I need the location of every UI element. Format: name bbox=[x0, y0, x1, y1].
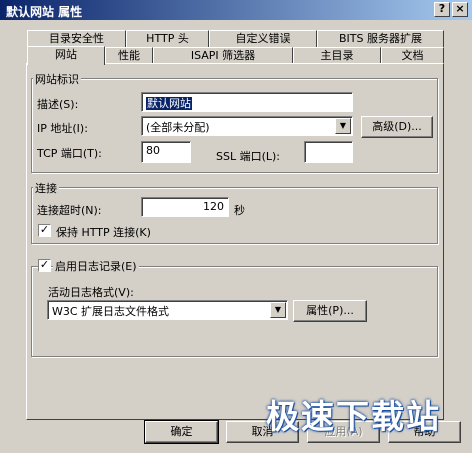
title-bar: 默认网站 属性 ? × bbox=[0, 0, 472, 20]
ip-dropdown-arrow-icon[interactable]: ▼ bbox=[335, 118, 351, 134]
tab-website[interactable]: 网站 bbox=[27, 46, 105, 65]
timeout-input[interactable]: 120 bbox=[141, 197, 229, 217]
log-format-dropdown-arrow-icon[interactable]: ▼ bbox=[270, 302, 286, 318]
log-properties-button[interactable]: 属性(P)... bbox=[293, 300, 367, 322]
keepalive-check-icon: ✓ bbox=[39, 223, 50, 236]
timeout-label: 连接超时(N): bbox=[37, 204, 102, 217]
keepalive-checkbox[interactable]: ✓ bbox=[38, 224, 51, 237]
ok-button[interactable]: 确定 bbox=[144, 420, 219, 444]
close-button[interactable]: × bbox=[452, 2, 468, 17]
timeout-unit-label: 秒 bbox=[234, 204, 245, 217]
tab-isapi-filters[interactable]: ISAPI 筛选器 bbox=[153, 47, 293, 64]
timeout-value: 120 bbox=[203, 200, 224, 213]
log-format-select[interactable]: W3C 扩展日志文件格式 bbox=[47, 300, 288, 320]
connection-group-title: 连接 bbox=[33, 180, 59, 196]
keepalive-label[interactable]: 保持 HTTP 连接(K) bbox=[56, 224, 151, 240]
tab-directory-security[interactable]: 目录安全性 bbox=[27, 30, 126, 47]
help-icon: ? bbox=[438, 2, 446, 15]
log-format-value: W3C 扩展日志文件格式 bbox=[52, 305, 170, 318]
site-id-group-title: 网站标识 bbox=[33, 71, 81, 87]
site-watermark: 极速下载站 bbox=[266, 397, 441, 436]
help-button[interactable]: ? bbox=[434, 2, 450, 17]
log-format-label: 活动日志格式(V): bbox=[48, 286, 134, 299]
tab-documents[interactable]: 文档 bbox=[381, 47, 444, 64]
enable-logging-check-icon: ✓ bbox=[39, 258, 50, 271]
tab-home-directory[interactable]: 主目录 bbox=[293, 47, 381, 64]
ip-address-value: (全部未分配) bbox=[146, 121, 210, 134]
window-title: 默认网站 属性 bbox=[6, 5, 83, 19]
close-icon: × bbox=[455, 2, 465, 15]
description-label: 描述(S): bbox=[37, 98, 79, 111]
tcp-port-input[interactable]: 80 bbox=[141, 141, 191, 163]
ssl-port-input[interactable] bbox=[304, 141, 353, 163]
tcp-port-label: TCP 端口(T): bbox=[37, 147, 102, 160]
ip-address-label: IP 地址(I): bbox=[37, 122, 88, 135]
description-input[interactable]: 默认网站 bbox=[141, 92, 353, 112]
enable-logging-label[interactable]: 启用日志记录(E) bbox=[53, 258, 139, 274]
tab-performance[interactable]: 性能 bbox=[105, 47, 153, 64]
tcp-port-value: 80 bbox=[146, 144, 160, 157]
ip-address-select[interactable]: (全部未分配) bbox=[141, 116, 353, 136]
tab-custom-errors[interactable]: 自定义错误 bbox=[209, 30, 317, 47]
tab-bits-extension[interactable]: BITS 服务器扩展 bbox=[317, 30, 444, 47]
enable-logging-checkbox[interactable]: ✓ bbox=[38, 259, 51, 272]
ssl-port-label: SSL 端口(L): bbox=[216, 150, 281, 163]
tab-http-headers[interactable]: HTTP 头 bbox=[126, 30, 209, 47]
advanced-button[interactable]: 高级(D)... bbox=[361, 116, 433, 138]
description-value: 默认网站 bbox=[146, 97, 192, 110]
